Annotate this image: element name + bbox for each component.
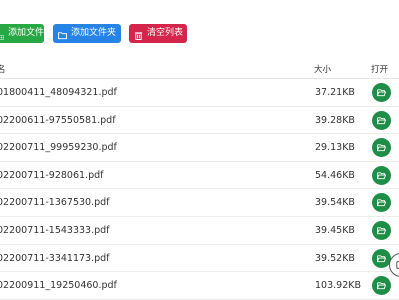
table-header: 名 大小 打开	[0, 57, 399, 79]
file-name: 02200711_99959230.pdf	[0, 142, 117, 154]
add-folder-button[interactable]: 添加文件夹	[53, 24, 121, 43]
table-row: 02200911_19250460.pdf 103.92KB	[0, 272, 399, 300]
file-name: 02200611-97550581.pdf	[0, 114, 116, 126]
file-name: 01800411_48094321.pdf	[0, 87, 117, 98]
folder-open-icon	[377, 282, 386, 290]
open-file-button[interactable]	[372, 276, 391, 296]
open-file-button[interactable]	[372, 220, 391, 240]
folder-icon	[58, 29, 67, 40]
file-size: 37.21KB	[315, 87, 355, 98]
open-file-button[interactable]	[372, 193, 391, 213]
folder-open-icon	[377, 254, 386, 262]
file-plus-icon	[0, 29, 4, 40]
open-file-button[interactable]	[372, 110, 391, 130]
add-file-button[interactable]: 添加文件	[0, 24, 44, 43]
file-name: 02200911_19250460.pdf	[0, 280, 117, 292]
add-folder-label: 添加文件夹	[71, 28, 117, 38]
file-size: 39.54KB	[315, 197, 355, 209]
file-size: 103.92KB	[315, 280, 361, 292]
folder-open-icon	[377, 116, 386, 124]
open-file-button[interactable]	[372, 83, 391, 102]
folder-open-icon	[377, 144, 386, 152]
clear-list-button[interactable]: 清空列表	[129, 24, 187, 43]
file-size: 29.13KB	[315, 142, 355, 154]
table-row: 02200711-3341173.pdf 39.52KB	[0, 245, 399, 273]
clear-list-label: 清空列表	[147, 28, 184, 38]
file-size: 39.45KB	[315, 224, 355, 236]
column-header-size: 大小	[314, 65, 332, 75]
open-file-button[interactable]	[372, 138, 391, 158]
file-table-body: 01800411_48094321.pdf 37.21KB 02200611-9…	[0, 79, 399, 300]
table-row: 02200611-97550581.pdf 39.28KB	[0, 107, 399, 135]
table-row: 02200711-1367530.pdf 39.54KB	[0, 189, 399, 217]
open-file-button[interactable]	[372, 165, 391, 185]
table-row: 02200711-928061.pdf 54.46KB	[0, 162, 399, 190]
column-header-name: 名	[0, 65, 6, 75]
add-file-label: 添加文件	[7, 28, 44, 38]
table-row: 02200711-1543333.pdf 39.45KB	[0, 217, 399, 245]
file-name: 02200711-3341173.pdf	[0, 252, 110, 264]
column-header-open: 打开	[371, 65, 389, 75]
file-name: 02200711-1543333.pdf	[0, 224, 110, 236]
folder-open-icon	[377, 227, 386, 235]
trash-icon	[134, 29, 143, 40]
file-name: 02200711-1367530.pdf	[0, 197, 110, 209]
file-size: 39.52KB	[315, 252, 355, 264]
folder-open-icon	[377, 172, 386, 179]
file-name: 02200711-928061.pdf	[0, 169, 104, 181]
file-size: 39.28KB	[315, 114, 355, 126]
table-row: 02200711_99959230.pdf 29.13KB	[0, 134, 399, 162]
file-size: 54.46KB	[315, 169, 355, 181]
folder-open-icon	[377, 199, 386, 207]
table-row: 01800411_48094321.pdf 37.21KB	[0, 79, 399, 107]
folder-open-icon	[377, 89, 386, 97]
